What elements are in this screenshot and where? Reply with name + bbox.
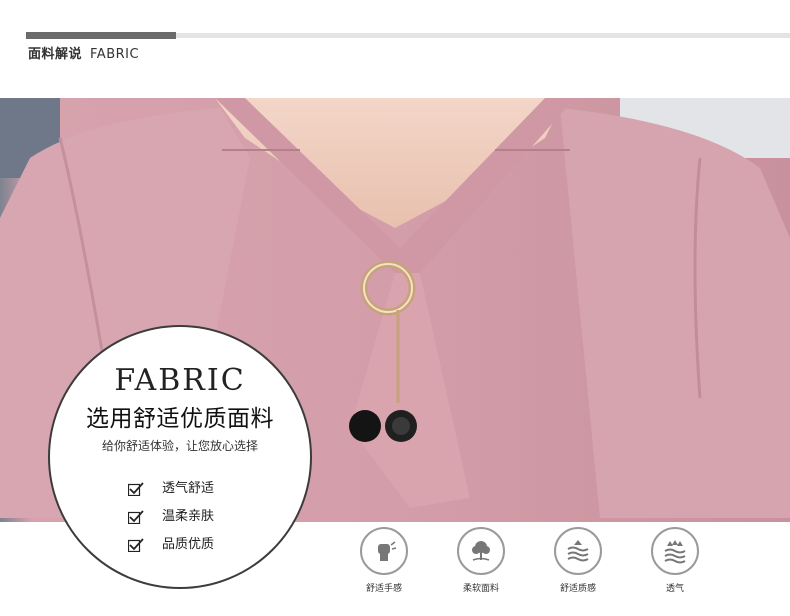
section-title-cn: 面料解说: [28, 47, 83, 62]
soft-tree-icon: [457, 527, 505, 575]
checkbox-icon: [127, 481, 144, 496]
header-accent-bar: [26, 32, 176, 39]
badge-subtitle: 给你舒适体验，让您放心选择: [101, 439, 258, 453]
section-title-en: FABRIC: [90, 47, 140, 62]
feature-item: 温柔亲肤: [127, 505, 215, 524]
badge-heading: FABRIC: [114, 363, 246, 398]
feature-label: 温柔亲肤: [162, 509, 215, 524]
checkbox-icon: [127, 509, 144, 524]
breathable-arrows-icon: [651, 527, 699, 575]
feature-icon-item: 舒适手感: [344, 527, 424, 594]
hand-fist-icon: [360, 527, 408, 575]
feature-label: 透气舒适: [162, 481, 215, 496]
feature-item: 品质优质: [127, 533, 215, 552]
waves-arrow-icon: [554, 527, 602, 575]
checkbox-icon: [127, 537, 144, 552]
feature-label: 品质优质: [162, 537, 215, 552]
feature-icon-item: 柔软面料: [441, 527, 521, 594]
badge-title: 选用舒适优质面料: [86, 406, 274, 432]
feature-item: 透气舒适: [127, 477, 215, 496]
feature-icon-label: 透气: [665, 584, 684, 594]
feature-icon-label: 舒适质感: [559, 584, 596, 594]
fabric-badge: FABRIC 选用舒适优质面料 给你舒适体验，让您放心选择 透气舒适 温柔亲肤 …: [48, 325, 312, 589]
feature-icon-label: 舒适手感: [365, 584, 402, 594]
section-title: 面料解说 FABRIC: [28, 43, 139, 62]
feature-icon-item: 舒适质感: [538, 527, 618, 594]
feature-icon-item: 透气: [635, 527, 715, 594]
feature-icon-label: 柔软面料: [462, 584, 499, 594]
